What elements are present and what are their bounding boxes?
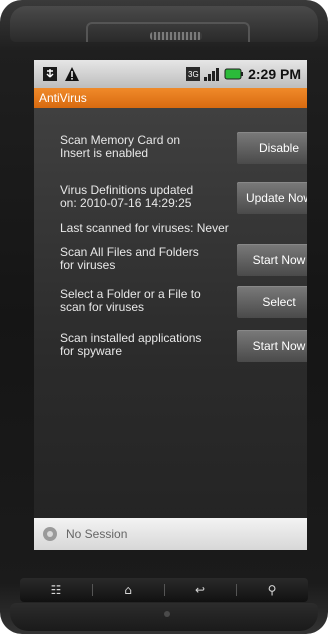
hardware-nav-bar: ☷ ⌂ ↩ ⚲ <box>20 578 308 602</box>
bottom-bezel <box>10 603 318 631</box>
back-button[interactable]: ↩ <box>164 578 236 602</box>
memory-card-text: Scan Memory Card on Insert is enabled <box>60 133 181 160</box>
status-time: 2:29 PM <box>248 66 301 82</box>
last-scanned-text: Last scanned for viruses: Never <box>60 221 229 235</box>
svg-text:3G: 3G <box>188 70 199 79</box>
3g-icon: 3G <box>186 67 201 81</box>
screen: 3G 2:29 PM AntiVirus Scan Memory Card on… <box>34 60 307 550</box>
spyware-start-now-button[interactable]: Start Now <box>237 330 307 362</box>
bottom-dot <box>164 611 170 617</box>
battery-icon <box>224 68 244 80</box>
home-button[interactable]: ⌂ <box>92 578 164 602</box>
speaker-grille <box>150 32 202 40</box>
spyware-text: Scan installed applications for spyware <box>60 331 202 358</box>
search-button[interactable]: ⚲ <box>236 578 308 602</box>
session-bar: No Session <box>34 518 307 550</box>
home-icon: ⌂ <box>124 583 132 597</box>
status-left <box>42 66 80 82</box>
session-icon <box>43 527 57 541</box>
main-content: Scan Memory Card on Insert is enabled Di… <box>34 108 307 526</box>
warning-icon <box>65 67 79 81</box>
signal-icon <box>204 68 220 81</box>
usb-icon <box>43 67 57 81</box>
status-right: 3G 2:29 PM <box>186 66 301 82</box>
scan-all-text: Scan All Files and Folders for viruses <box>60 245 199 272</box>
status-bar: 3G 2:29 PM <box>34 60 307 88</box>
select-text: Select a Folder or a File to scan for vi… <box>60 287 201 314</box>
definitions-text: Virus Definitions updated on: 2010-07-16… <box>60 183 194 210</box>
phone-frame: 3G 2:29 PM AntiVirus Scan Memory Card on… <box>0 0 328 634</box>
update-now-button[interactable]: Update Now <box>237 182 307 214</box>
disable-button[interactable]: Disable <box>237 132 307 164</box>
back-icon: ↩ <box>194 583 206 597</box>
app-title-bar: AntiVirus <box>34 88 307 108</box>
app-title: AntiVirus <box>39 91 87 105</box>
select-button[interactable]: Select <box>237 286 307 318</box>
menu-icon: ☷ <box>50 583 62 597</box>
menu-button[interactable]: ☷ <box>20 578 92 602</box>
search-icon: ⚲ <box>267 583 277 597</box>
session-text: No Session <box>66 527 128 541</box>
start-now-button[interactable]: Start Now <box>237 244 307 276</box>
